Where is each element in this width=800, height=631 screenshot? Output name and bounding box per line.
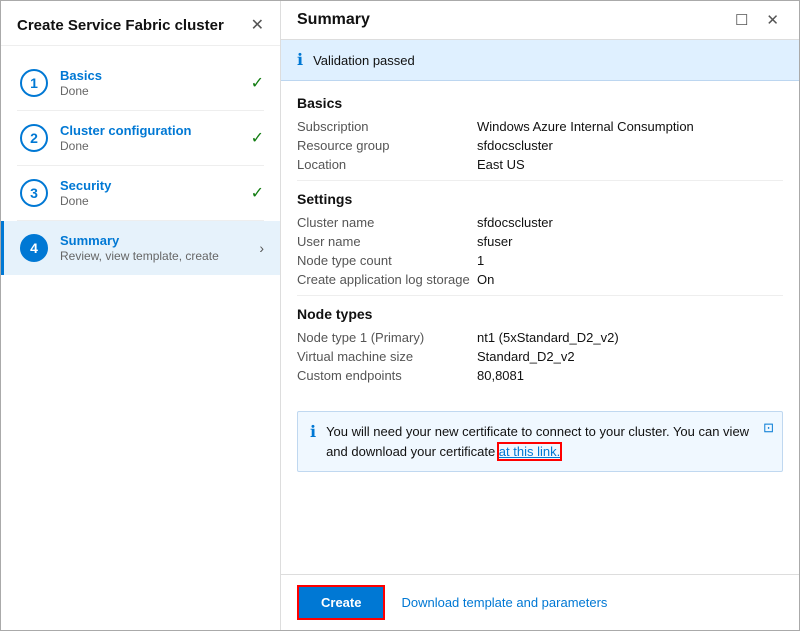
step-item-4[interactable]: 4 Summary Review, view template, create … <box>1 221 280 275</box>
field-log-storage: Create application log storage On <box>297 272 783 287</box>
at-this-link[interactable]: at this link. <box>499 444 560 459</box>
step-content-4: Summary Review, view template, create <box>60 233 251 263</box>
window-button[interactable]: ☐ <box>731 9 752 31</box>
validation-info-icon: ℹ <box>297 50 303 70</box>
step-title-2: Cluster configuration <box>60 123 243 138</box>
validation-banner: ℹ Validation passed <box>281 40 799 81</box>
step-item-3[interactable]: 3 Security Done ✓ <box>1 166 280 220</box>
field-resource-group: Resource group sfdocscluster <box>297 138 783 153</box>
step-item-1[interactable]: 1 Basics Done ✓ <box>1 56 280 110</box>
step-content-3: Security Done <box>60 178 243 208</box>
field-label-resource-group: Resource group <box>297 138 477 153</box>
field-value-node-type-count: 1 <box>477 253 783 268</box>
step-title-1: Basics <box>60 68 243 83</box>
field-cluster-name: Cluster name sfdocscluster <box>297 215 783 230</box>
step-check-2: ✓ <box>251 128 264 148</box>
step-title-3: Security <box>60 178 243 193</box>
field-custom-endpoints: Custom endpoints 80,8081 <box>297 368 783 383</box>
field-subscription: Subscription Windows Azure Internal Cons… <box>297 119 783 134</box>
right-footer: Create Download template and parameters <box>281 574 799 630</box>
right-panel-title: Summary <box>297 11 370 29</box>
left-header: Create Service Fabric cluster ✕ <box>1 1 280 46</box>
field-value-subscription: Windows Azure Internal Consumption <box>477 119 783 134</box>
field-node-type-1: Node type 1 (Primary) nt1 (5xStandard_D2… <box>297 330 783 345</box>
validation-text: Validation passed <box>313 53 415 68</box>
step-subtitle-4: Review, view template, create <box>60 249 251 263</box>
notice-info-icon: ℹ <box>310 422 316 442</box>
left-panel: Create Service Fabric cluster ✕ 1 Basics… <box>1 1 281 630</box>
step-subtitle-1: Done <box>60 84 243 98</box>
right-close-button[interactable]: ✕ <box>762 9 783 31</box>
summary-body: Basics Subscription Windows Azure Intern… <box>281 81 799 401</box>
step-number-4: 4 <box>20 234 48 262</box>
steps-list: 1 Basics Done ✓ 2 Cluster configuration … <box>1 46 280 630</box>
create-button[interactable]: Create <box>297 585 385 620</box>
field-label-subscription: Subscription <box>297 119 477 134</box>
field-label-node-type-1: Node type 1 (Primary) <box>297 330 477 345</box>
field-value-vm-size: Standard_D2_v2 <box>477 349 783 364</box>
field-label-node-type-count: Node type count <box>297 253 477 268</box>
field-label-user-name: User name <box>297 234 477 249</box>
step-title-4: Summary <box>60 233 251 248</box>
right-header: Summary ☐ ✕ <box>281 1 799 40</box>
field-value-custom-endpoints: 80,8081 <box>477 368 783 383</box>
step-number-3: 3 <box>20 179 48 207</box>
field-location: Location East US <box>297 157 783 172</box>
field-label-location: Location <box>297 157 477 172</box>
header-actions: ☐ ✕ <box>731 9 783 31</box>
field-label-custom-endpoints: Custom endpoints <box>297 368 477 383</box>
info-notice: ℹ You will need your new certificate to … <box>297 411 783 472</box>
create-cluster-dialog: Create Service Fabric cluster ✕ 1 Basics… <box>0 0 800 631</box>
right-content: ℹ Validation passed Basics Subscription … <box>281 40 799 574</box>
field-value-location: East US <box>477 157 783 172</box>
step-content-2: Cluster configuration Done <box>60 123 243 153</box>
notice-text: You will need your new certificate to co… <box>326 422 770 461</box>
download-template-link[interactable]: Download template and parameters <box>401 595 607 610</box>
step-number-2: 2 <box>20 124 48 152</box>
step-subtitle-2: Done <box>60 139 243 153</box>
step-content-1: Basics Done <box>60 68 243 98</box>
step-arrow-4: › <box>259 240 264 256</box>
right-panel: Summary ☐ ✕ ℹ Validation passed Basics S… <box>281 1 799 630</box>
field-node-type-count: Node type count 1 <box>297 253 783 268</box>
field-vm-size: Virtual machine size Standard_D2_v2 <box>297 349 783 364</box>
step-item-2[interactable]: 2 Cluster configuration Done ✓ <box>1 111 280 165</box>
step-check-1: ✓ <box>251 73 264 93</box>
field-value-user-name: sfuser <box>477 234 783 249</box>
field-value-cluster-name: sfdocscluster <box>477 215 783 230</box>
field-label-log-storage: Create application log storage <box>297 272 477 287</box>
field-user-name: User name sfuser <box>297 234 783 249</box>
step-check-3: ✓ <box>251 183 264 203</box>
dialog-title: Create Service Fabric cluster <box>17 17 224 34</box>
field-value-log-storage: On <box>477 272 783 287</box>
dialog-close-button[interactable]: ✕ <box>251 15 264 35</box>
field-value-resource-group: sfdocscluster <box>477 138 783 153</box>
field-label-cluster-name: Cluster name <box>297 215 477 230</box>
step-number-1: 1 <box>20 69 48 97</box>
section-title-basics: Basics <box>297 95 783 111</box>
external-link-icon[interactable]: ⊡ <box>763 420 774 436</box>
field-value-node-type-1: nt1 (5xStandard_D2_v2) <box>477 330 783 345</box>
step-subtitle-3: Done <box>60 194 243 208</box>
section-title-node-types: Node types <box>297 306 783 322</box>
field-label-vm-size: Virtual machine size <box>297 349 477 364</box>
section-title-settings: Settings <box>297 191 783 207</box>
